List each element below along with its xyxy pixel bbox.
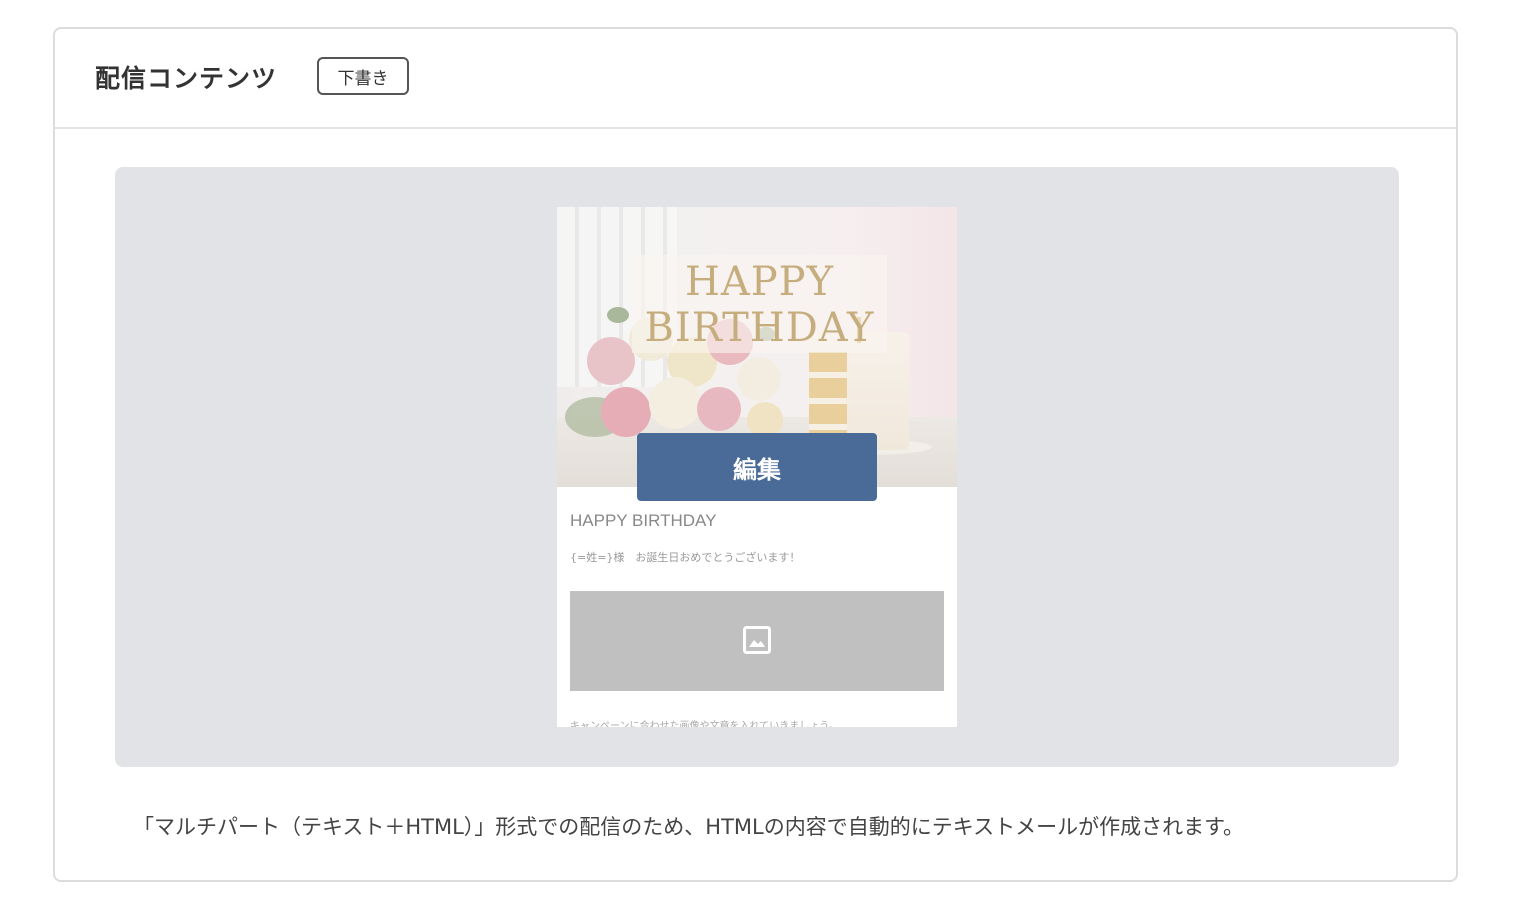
flower-decoration xyxy=(649,377,701,429)
image-placeholder xyxy=(570,591,944,691)
hero-title: HAPPY BIRTHDAY xyxy=(644,259,875,351)
flower-decoration xyxy=(607,307,629,323)
email-preview-frame: HAPPY BIRTHDAY 編集 HAPPY BIRTHDAY {=姓=}様 お… xyxy=(557,207,957,727)
hero-title-box: HAPPY BIRTHDAY xyxy=(632,255,887,353)
image-icon xyxy=(743,626,771,654)
email-greeting: {=姓=}様 お誕生日おめでとうございます！ xyxy=(570,551,801,564)
flower-decoration xyxy=(697,387,741,431)
flower-decoration xyxy=(587,337,635,385)
flower-decoration xyxy=(737,357,781,401)
email-heading: HAPPY BIRTHDAY xyxy=(570,511,717,530)
card-title: 配信コンテンツ xyxy=(95,64,278,93)
email-body-text: キャンペーンに合わせた画像や文章を入れていきましょう。 xyxy=(570,721,839,727)
status-badge: 下書き xyxy=(317,57,409,95)
flower-decoration xyxy=(601,387,651,437)
delivery-content-card: 配信コンテンツ 下書き HAPPY BIRTHDAY 編集 HAPPY BIRT… xyxy=(53,27,1458,882)
edit-button[interactable]: 編集 xyxy=(637,433,877,501)
email-preview-area: HAPPY BIRTHDAY 編集 HAPPY BIRTHDAY {=姓=}様 お… xyxy=(115,167,1399,767)
card-header: 配信コンテンツ 下書き xyxy=(55,29,1456,129)
multipart-note: 「マルチパート（テキスト＋HTML）」形式での配信のため、HTMLの内容で自動的… xyxy=(133,815,1245,839)
